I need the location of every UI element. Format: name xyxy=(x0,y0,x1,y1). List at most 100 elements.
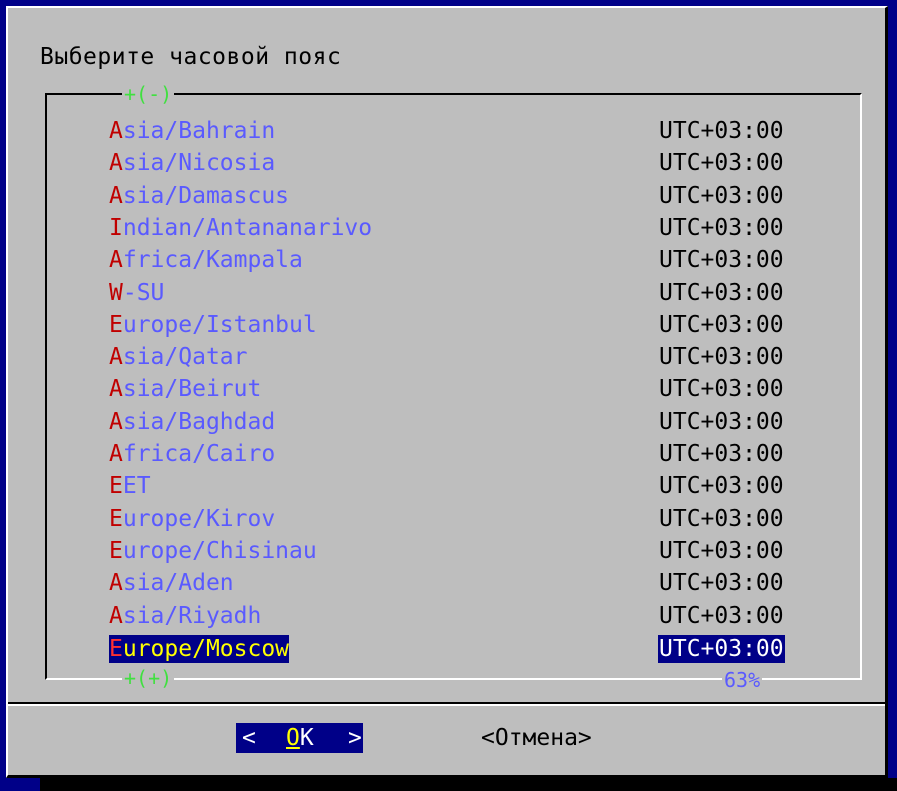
scroll-up-indicator: +(-) xyxy=(122,82,175,106)
timezone-hotkey-letter: E xyxy=(109,473,123,500)
timezone-hotkey-letter: A xyxy=(109,247,123,274)
timezone-offset: UTC+03:00 xyxy=(659,344,784,371)
timezone-item[interactable]: EET UTC+03:00 xyxy=(47,470,847,502)
timezone-hotkey-letter: A xyxy=(109,570,123,597)
timezone-item[interactable]: Europe/Istanbul UTC+03:00 xyxy=(47,309,847,341)
timezone-name: Asia/Baghdad xyxy=(109,406,275,438)
timezone-name: Europe/Chisinau xyxy=(109,535,317,567)
timezone-item[interactable]: Indian/Antananarivo UTC+03:00 xyxy=(47,212,847,244)
ok-button-right-bracket: > xyxy=(348,725,362,751)
timezone-item[interactable]: Africa/Cairo UTC+03:00 xyxy=(47,438,847,470)
timezone-hotkey-letter: A xyxy=(109,150,123,177)
timezone-item[interactable]: Asia/Beirut UTC+03:00 xyxy=(47,373,847,405)
timezone-offset: UTC+03:00 xyxy=(659,214,784,241)
timezone-name-rest: urope/Kirov xyxy=(122,505,276,532)
timezone-hotkey-letter: A xyxy=(109,344,123,371)
timezone-hotkey-letter: A xyxy=(109,602,123,629)
timezone-item[interactable]: Asia/Qatar UTC+03:00 xyxy=(47,341,847,373)
timezone-item[interactable]: Asia/Nicosia UTC+03:00 xyxy=(47,147,847,179)
timezone-name: Asia/Qatar xyxy=(109,341,247,373)
timezone-list[interactable]: +(-) Asia/Bahrain UTC+03:00 Asia/Nicosia UT… xyxy=(45,84,862,690)
timezone-hotkey-letter: W xyxy=(109,279,123,306)
timezone-dialog: Выберите часовой пояс +(-) Asia/Bahrain U… xyxy=(6,6,888,778)
timezone-name: Indian/Antananarivo xyxy=(109,212,372,244)
timezone-offset: UTC+03:00 xyxy=(659,247,784,274)
timezone-offset: UTC+03:00 xyxy=(659,537,784,564)
timezone-name-rest: urope/Istanbul xyxy=(122,311,317,338)
timezone-name-rest: sia/Baghdad xyxy=(122,408,276,435)
timezone-item-selected[interactable]: Europe/Moscow UTC+03:00 xyxy=(47,632,847,664)
timezone-offset: UTC+03:00 xyxy=(659,570,784,597)
timezone-item[interactable]: Africa/Kampala UTC+03:00 xyxy=(47,244,847,276)
timezone-name-rest: sia/Beirut xyxy=(122,376,262,403)
cancel-button[interactable]: <Отмена> xyxy=(481,723,592,753)
timezone-offset: UTC+03:00 xyxy=(659,182,784,209)
timezone-item[interactable]: Europe/Kirov UTC+03:00 xyxy=(47,503,847,535)
timezone-offset: UTC+03:00 xyxy=(658,634,785,663)
timezone-hotkey-letter: E xyxy=(109,537,123,564)
button-separator-highlight xyxy=(8,704,885,706)
timezone-item[interactable]: Asia/Riyadh UTC+03:00 xyxy=(47,600,847,632)
timezone-offset: UTC+03:00 xyxy=(659,505,784,532)
timezone-offset: UTC+03:00 xyxy=(659,602,784,629)
ok-button[interactable]: < ОK > xyxy=(236,723,363,753)
timezone-name-rest: -SU xyxy=(122,279,165,306)
timezone-item[interactable]: Europe/Chisinau UTC+03:00 xyxy=(47,535,847,567)
timezone-item[interactable]: Asia/Damascus UTC+03:00 xyxy=(47,180,847,212)
timezone-offset: UTC+03:00 xyxy=(659,311,784,338)
timezone-item[interactable]: Asia/Bahrain UTC+03:00 xyxy=(47,115,847,147)
scroll-down-indicator: +(+) xyxy=(122,666,175,690)
timezone-hotkey-letter: A xyxy=(109,182,123,209)
timezone-hotkey-letter: E xyxy=(109,311,123,338)
dialog-title: Выберите часовой пояс xyxy=(40,44,342,70)
timezone-name-rest: ndian/Antananarivo xyxy=(122,214,373,241)
timezone-hotkey-letter: I xyxy=(109,214,123,241)
timezone-name: Asia/Beirut xyxy=(109,373,261,405)
scroll-percent: 63% xyxy=(722,668,763,692)
timezone-hotkey-letter: A xyxy=(109,118,123,144)
timezone-name-rest: sia/Nicosia xyxy=(122,150,276,177)
timezone-name-rest: frica/Cairo xyxy=(122,441,276,467)
timezone-name: Asia/Damascus xyxy=(109,180,289,212)
timezone-offset: UTC+03:00 xyxy=(659,408,784,435)
timezone-name: Asia/Riyadh xyxy=(109,600,261,632)
timezone-name: EET xyxy=(109,470,151,502)
dialog-shadow xyxy=(40,778,897,791)
timezone-name: Europe/Istanbul xyxy=(109,309,317,341)
timezone-name: Africa/Cairo xyxy=(109,438,275,470)
timezone-name: Africa/Kampala xyxy=(109,244,303,276)
timezone-hotkey-letter: A xyxy=(109,408,123,435)
timezone-name-rest: sia/Riyadh xyxy=(122,602,262,629)
timezone-name: Asia/Nicosia xyxy=(109,147,275,179)
timezone-name-rest: ET xyxy=(122,473,151,500)
timezone-name-rest: frica/Kampala xyxy=(122,247,303,274)
timezone-name: W-SU xyxy=(109,277,164,309)
timezone-name-rest: urope/Chisinau xyxy=(122,537,317,564)
timezone-offset: UTC+03:00 xyxy=(659,376,784,403)
timezone-name: Europe/Moscow xyxy=(109,634,290,663)
timezone-name-rest: sia/Bahrain xyxy=(122,118,276,144)
timezone-item[interactable]: Asia/Aden UTC+03:00 xyxy=(47,567,847,599)
timezone-offset: UTC+03:00 xyxy=(659,279,784,306)
timezone-hotkey-letter: E xyxy=(109,505,123,532)
ok-button-hotkey: О xyxy=(286,725,300,751)
timezone-hotkey-letter: A xyxy=(109,376,123,403)
timezone-name-rest: sia/Aden xyxy=(122,570,234,597)
timezone-name: Europe/Kirov xyxy=(109,503,275,535)
terminal-screen: Выберите часовой пояс +(-) Asia/Bahrain U… xyxy=(0,0,897,791)
timezone-name: Asia/Bahrain xyxy=(109,115,275,147)
timezone-offset: UTC+03:00 xyxy=(659,473,784,500)
ok-button-label-rest: K xyxy=(299,725,314,751)
timezone-item[interactable]: Asia/Baghdad UTC+03:00 xyxy=(47,406,847,438)
ok-button-label: ОK xyxy=(286,723,314,753)
timezone-offset: UTC+03:00 xyxy=(659,118,784,144)
timezone-name-rest: urope/Moscow xyxy=(122,635,290,662)
timezone-item[interactable]: W-SU UTC+03:00 xyxy=(47,277,847,309)
ok-button-left-bracket: < xyxy=(242,725,256,751)
timezone-name-rest: sia/Damascus xyxy=(122,182,290,209)
timezone-hotkey-letter: E xyxy=(109,635,123,662)
timezone-offset: UTC+03:00 xyxy=(659,441,784,467)
timezone-hotkey-letter: A xyxy=(109,441,123,467)
timezone-name-rest: sia/Qatar xyxy=(122,344,248,371)
timezone-offset: UTC+03:00 xyxy=(659,150,784,177)
